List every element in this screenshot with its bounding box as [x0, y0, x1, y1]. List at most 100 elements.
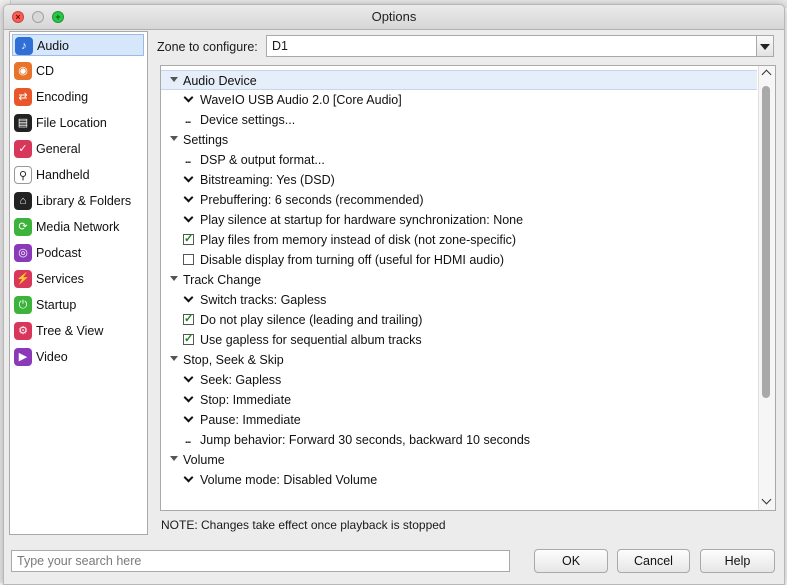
vertical-scrollbar[interactable] [758, 66, 775, 510]
sidebar-item-label: Video [36, 350, 68, 364]
chevron-down-icon[interactable] [184, 295, 192, 303]
search-input[interactable] [11, 550, 510, 572]
sidebar-item-label: Startup [36, 298, 77, 312]
ok-button[interactable]: OK [534, 549, 608, 573]
ellipsis-icon[interactable]: ... [185, 435, 191, 446]
collapse-triangle-icon[interactable] [170, 456, 178, 461]
setting-row[interactable]: Seek: Gapless [161, 370, 757, 390]
section-header[interactable]: Stop, Seek & Skip [161, 350, 757, 370]
scroll-thumb[interactable] [762, 86, 770, 398]
ellipsis-icon[interactable]: ... [185, 115, 191, 126]
setting-label: Play silence at startup for hardware syn… [200, 213, 524, 227]
audio-settings-tree: Audio Device WaveIO USB Audio 2.0 [Core A… [160, 65, 776, 511]
sidebar-item-encoding[interactable]: ⇄ Encoding [12, 86, 144, 108]
ellipsis-icon[interactable]: ... [185, 155, 191, 166]
setting-row[interactable]: Disable display from turning off (useful… [161, 250, 757, 270]
setting-row[interactable]: Do not play silence (leading and trailin… [161, 310, 757, 330]
chevron-down-icon[interactable] [184, 395, 192, 403]
chevron-down-icon[interactable] [184, 195, 192, 203]
setting-row[interactable]: Volume mode: Disabled Volume [161, 470, 757, 490]
setting-row[interactable]: Use gapless for sequential album tracks [161, 330, 757, 350]
sidebar-item-tree-view[interactable]: ⚙ Tree & View [12, 320, 144, 342]
usb-icon: ⚲ [14, 166, 32, 184]
setting-row[interactable]: Stop: Immediate [161, 390, 757, 410]
setting-row[interactable]: Pause: Immediate [161, 410, 757, 430]
checkbox[interactable] [183, 232, 194, 245]
setting-label: Stop: Immediate [200, 393, 292, 407]
setting-label: Disable display from turning off (useful… [200, 253, 505, 267]
chevron-down-icon[interactable] [184, 215, 192, 223]
checkbox[interactable] [183, 312, 194, 325]
setting-row[interactable]: ... Device settings... [161, 110, 757, 130]
sidebar-item-label: Audio [37, 39, 69, 53]
setting-row[interactable]: Switch tracks: Gapless [161, 290, 757, 310]
checkbox[interactable] [183, 332, 194, 345]
setting-label: Volume mode: Disabled Volume [200, 473, 378, 487]
sidebar-item-video[interactable]: ▶ Video [12, 346, 144, 368]
library-house-icon: ⌂ [14, 192, 32, 210]
help-button[interactable]: Help [700, 549, 775, 573]
section-header[interactable]: Audio Device [161, 70, 757, 90]
setting-row[interactable]: Play files from memory instead of disk (… [161, 230, 757, 250]
sidebar-item-audio[interactable]: ♪ Audio [12, 34, 144, 56]
sidebar-item-library-folders[interactable]: ⌂ Library & Folders [12, 190, 144, 212]
sidebar-item-general[interactable]: ✓ General [12, 138, 144, 160]
sidebar-item-cd[interactable]: ◉ CD [12, 60, 144, 82]
zone-select[interactable]: D1 [266, 35, 774, 57]
zone-label: Zone to configure: [157, 40, 258, 54]
section-header-label: Stop, Seek & Skip [183, 353, 284, 367]
chevron-down-icon[interactable] [184, 95, 192, 103]
section-header-label: Track Change [183, 273, 262, 287]
window-title: Options [371, 9, 417, 24]
chevron-down-icon[interactable] [184, 415, 192, 423]
chevron-down-icon[interactable] [756, 36, 773, 56]
collapse-triangle-icon[interactable] [170, 77, 178, 82]
sidebar-item-file-location[interactable]: ▤ File Location [12, 112, 144, 134]
sidebar-item-label: Tree & View [36, 324, 104, 338]
chevron-down-icon[interactable] [184, 475, 192, 483]
sidebar-item-media-network[interactable]: ⟳ Media Network [12, 216, 144, 238]
collapse-triangle-icon[interactable] [170, 356, 178, 361]
sidebar-item-handheld[interactable]: ⚲ Handheld [12, 164, 144, 186]
section-header[interactable]: Track Change [161, 270, 757, 290]
encoding-icon: ⇄ [14, 88, 32, 106]
sidebar-item-label: CD [36, 64, 55, 78]
sidebar-item-label: General [36, 142, 81, 156]
media-network-icon: ⟳ [14, 218, 32, 236]
setting-label: Jump behavior: Forward 30 seconds, backw… [200, 433, 531, 447]
chevron-down-icon[interactable] [184, 175, 192, 183]
section-header[interactable]: Volume [161, 450, 757, 470]
checkbox[interactable] [183, 254, 194, 265]
setting-row[interactable]: WaveIO USB Audio 2.0 [Core Audio] [161, 90, 757, 110]
setting-label: Device settings... [200, 113, 296, 127]
options-category-list: ♪ Audio ◉ CD ⇄ Encoding ▤ File Location ✓ General… [9, 31, 148, 535]
cancel-button[interactable]: Cancel [617, 549, 690, 573]
podcast-icon: ◎ [14, 244, 32, 262]
setting-row[interactable]: Bitstreaming: Yes (DSD) [161, 170, 757, 190]
setting-label: WaveIO USB Audio 2.0 [Core Audio] [200, 93, 402, 107]
collapse-triangle-icon[interactable] [170, 276, 178, 281]
setting-label: Use gapless for sequential album tracks [200, 333, 422, 347]
sidebar-item-services[interactable]: ⚡ Services [12, 268, 144, 290]
section-header-label: Audio Device [183, 74, 257, 88]
sidebar-item-label: Handheld [36, 168, 90, 182]
general-checkbox-icon: ✓ [14, 140, 32, 158]
setting-row[interactable]: ... Jump behavior: Forward 30 seconds, ba… [161, 430, 757, 450]
playback-note: NOTE: Changes take effect once playback … [161, 518, 446, 532]
chevron-down-icon[interactable] [184, 375, 192, 383]
setting-row[interactable]: Play silence at startup for hardware syn… [161, 210, 757, 230]
sidebar-item-label: Media Network [36, 220, 120, 234]
zone-value: D1 [272, 39, 288, 53]
setting-label: Switch tracks: Gapless [200, 293, 327, 307]
scroll-down-arrow-icon[interactable] [761, 494, 772, 505]
setting-row[interactable]: ... DSP & output format... [161, 150, 757, 170]
setting-label: Play files from memory instead of disk (… [200, 233, 517, 247]
file-location-icon: ▤ [14, 114, 32, 132]
sidebar-item-podcast[interactable]: ◎ Podcast [12, 242, 144, 264]
sidebar-item-label: Library & Folders [36, 194, 132, 208]
scroll-up-arrow-icon[interactable] [761, 69, 772, 80]
collapse-triangle-icon[interactable] [170, 136, 178, 141]
setting-row[interactable]: Prebuffering: 6 seconds (recommended) [161, 190, 757, 210]
sidebar-item-startup[interactable]: ⏻ Startup [12, 294, 144, 316]
section-header[interactable]: Settings [161, 130, 757, 150]
